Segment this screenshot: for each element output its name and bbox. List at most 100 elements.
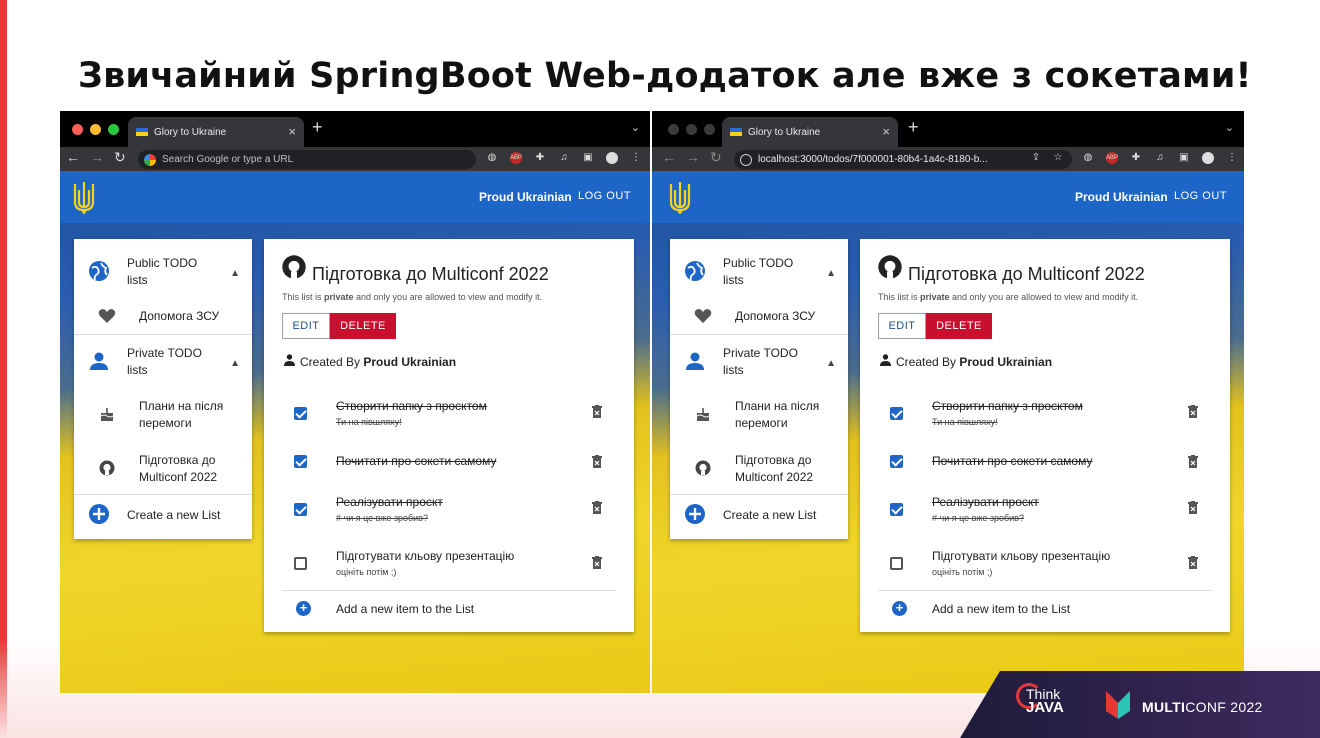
- todo-checkbox[interactable]: [890, 503, 903, 516]
- reload-icon[interactable]: ↻: [710, 149, 722, 166]
- logout-button[interactable]: LOG OUT: [578, 190, 631, 202]
- address-text: Search Google or type a URL: [162, 154, 294, 165]
- chevron-up-icon[interactable]: ▲: [230, 355, 240, 372]
- todo-item: Підготувати кльову презентацію оцініть п…: [860, 547, 1230, 587]
- tab-close-icon[interactable]: ×: [288, 124, 296, 139]
- trident-logo-icon[interactable]: [72, 180, 96, 214]
- sidepanel-icon[interactable]: ▣: [1178, 152, 1190, 164]
- cake-icon: [96, 403, 118, 425]
- delete-button[interactable]: DELETE: [926, 313, 992, 339]
- tab-close-icon[interactable]: ×: [882, 124, 890, 139]
- sidebar-item-multiconf[interactable]: Підготовка до Multiconf 2022: [74, 451, 252, 487]
- profile-avatar-icon[interactable]: [1202, 152, 1214, 164]
- todo-title[interactable]: Реалізувати проєкт: [336, 495, 443, 509]
- address-bar[interactable]: localhost:3000/todos/7f000001-80b4-1a4c-…: [734, 150, 1072, 169]
- back-icon[interactable]: ←: [66, 149, 80, 165]
- create-list-button[interactable]: Create a new List: [670, 503, 848, 527]
- tab-search-chevron-icon[interactable]: ⌄: [1225, 121, 1234, 134]
- sidebar-public-header[interactable]: Public TODO lists ▲: [670, 253, 848, 291]
- bookmark-star-icon[interactable]: ☆: [1052, 152, 1064, 164]
- trash-icon[interactable]: [1188, 455, 1198, 468]
- add-circle-icon[interactable]: +: [892, 601, 907, 616]
- browser-tab[interactable]: Glory to Ukraine ×: [128, 117, 304, 147]
- trash-icon[interactable]: [1188, 405, 1198, 418]
- todo-item: Створити папку з проєктом Ти на півшляху…: [264, 397, 634, 437]
- todo-checkbox[interactable]: [890, 455, 903, 468]
- todo-title[interactable]: Реалізувати проєкт: [932, 495, 1039, 509]
- media-control-icon[interactable]: ♫: [1154, 152, 1166, 164]
- site-info-icon[interactable]: [740, 153, 752, 166]
- globe-extension-icon[interactable]: ◍: [486, 152, 498, 164]
- trash-icon[interactable]: [592, 405, 602, 418]
- extensions-puzzle-icon[interactable]: ✚: [534, 152, 546, 164]
- user-name[interactable]: Proud Ukrainian: [479, 190, 572, 204]
- browser-menu-icon[interactable]: ⋮: [630, 152, 642, 164]
- forward-icon[interactable]: →: [90, 149, 104, 165]
- globe-extension-icon[interactable]: ◍: [1082, 152, 1094, 164]
- minimize-window-button[interactable]: [686, 124, 697, 135]
- todo-title[interactable]: Створити папку з проєктом: [336, 399, 487, 413]
- profile-avatar-icon[interactable]: [606, 152, 618, 164]
- sidebar-item-plans[interactable]: Плани на після перемоги: [670, 397, 848, 433]
- list-description: This list is private and only you are al…: [878, 292, 1139, 302]
- adblock-icon[interactable]: ABP: [510, 152, 522, 164]
- logout-button[interactable]: LOG OUT: [1174, 190, 1227, 202]
- add-circle-icon[interactable]: +: [296, 601, 311, 616]
- sidepanel-icon[interactable]: ▣: [582, 152, 594, 164]
- media-control-icon[interactable]: ♫: [558, 152, 570, 164]
- todo-title[interactable]: Підготувати кльову презентацію: [336, 549, 514, 563]
- new-tab-icon[interactable]: +: [908, 117, 919, 138]
- trash-icon[interactable]: [592, 455, 602, 468]
- reload-icon[interactable]: ↻: [114, 149, 126, 166]
- chevron-up-icon[interactable]: ▲: [826, 265, 836, 282]
- new-tab-icon[interactable]: +: [312, 117, 323, 138]
- trash-icon[interactable]: [592, 501, 602, 514]
- sidebar-item-multiconf[interactable]: Підготовка до Multiconf 2022: [670, 451, 848, 487]
- back-icon[interactable]: ←: [662, 149, 676, 165]
- extensions-puzzle-icon[interactable]: ✚: [1130, 152, 1142, 164]
- chevron-up-icon[interactable]: ▲: [826, 355, 836, 372]
- add-circle-icon: [88, 503, 110, 525]
- add-item-button[interactable]: Add a new item to the List: [932, 602, 1070, 616]
- create-list-button[interactable]: Create a new List: [74, 503, 252, 527]
- todo-title[interactable]: Підготувати кльову презентацію: [932, 549, 1110, 563]
- trident-logo-icon[interactable]: [668, 180, 692, 214]
- close-window-button[interactable]: [668, 124, 679, 135]
- sidebar-private-header[interactable]: Private TODO lists ▲: [74, 343, 252, 381]
- sidebar-item-zsu[interactable]: Допомога ЗСУ: [74, 305, 252, 329]
- edit-button[interactable]: EDIT: [878, 313, 926, 339]
- minimize-window-button[interactable]: [90, 124, 101, 135]
- sidebar-item-zsu[interactable]: Допомога ЗСУ: [670, 305, 848, 329]
- sidebar-item-plans[interactable]: Плани на після перемоги: [74, 397, 252, 433]
- browser-menu-icon[interactable]: ⋮: [1226, 152, 1238, 164]
- add-item-button[interactable]: Add a new item to the List: [336, 602, 474, 616]
- edit-button[interactable]: EDIT: [282, 313, 330, 339]
- maximize-window-button[interactable]: [108, 124, 119, 135]
- trash-icon[interactable]: [592, 556, 602, 569]
- close-window-button[interactable]: [72, 124, 83, 135]
- todo-checkbox[interactable]: [294, 557, 307, 570]
- todo-title[interactable]: Створити папку з проєктом: [932, 399, 1083, 413]
- tab-search-chevron-icon[interactable]: ⌄: [631, 121, 640, 134]
- todo-checkbox[interactable]: [890, 557, 903, 570]
- adblock-icon[interactable]: ABP: [1106, 152, 1118, 164]
- delete-button[interactable]: DELETE: [330, 313, 396, 339]
- todo-checkbox[interactable]: [294, 503, 307, 516]
- chevron-up-icon[interactable]: ▲: [230, 265, 240, 282]
- todo-checkbox[interactable]: [294, 455, 307, 468]
- trash-icon[interactable]: [1188, 501, 1198, 514]
- todo-checkbox[interactable]: [294, 407, 307, 420]
- trash-icon[interactable]: [1188, 556, 1198, 569]
- todo-checkbox[interactable]: [890, 407, 903, 420]
- todo-item: Почитати про сокети самому: [264, 450, 634, 490]
- maximize-window-button[interactable]: [704, 124, 715, 135]
- user-name[interactable]: Proud Ukrainian: [1075, 190, 1168, 204]
- sidebar-public-header[interactable]: Public TODO lists ▲: [74, 253, 252, 291]
- todo-title[interactable]: Почитати про сокети самому: [336, 454, 496, 468]
- share-icon[interactable]: ⇪: [1030, 152, 1042, 164]
- address-bar[interactable]: Search Google or type a URL: [138, 150, 476, 169]
- sidebar-private-header[interactable]: Private TODO lists ▲: [670, 343, 848, 381]
- forward-icon[interactable]: →: [686, 149, 700, 165]
- todo-title[interactable]: Почитати про сокети самому: [932, 454, 1092, 468]
- browser-tab[interactable]: Glory to Ukraine ×: [722, 117, 898, 147]
